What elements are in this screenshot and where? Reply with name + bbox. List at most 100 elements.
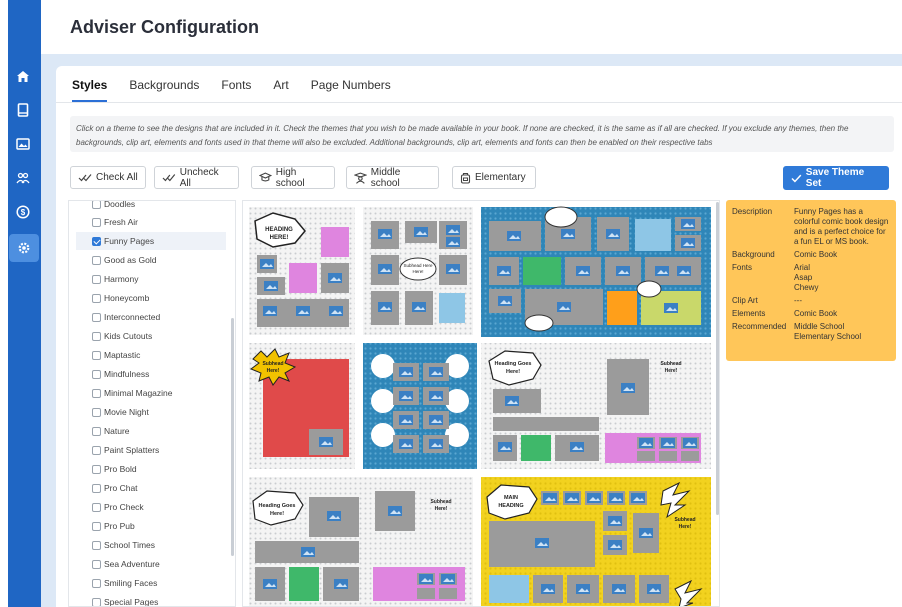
- checkbox[interactable]: [92, 464, 101, 474]
- save-theme-set-button[interactable]: Save Theme Set: [783, 166, 889, 190]
- tab-styles[interactable]: Styles: [72, 78, 108, 102]
- elementary-button[interactable]: Elementary: [452, 166, 536, 189]
- design-thumbnail[interactable]: Subhead Here Here!: [363, 207, 473, 335]
- checkbox[interactable]: [92, 559, 101, 569]
- list-item[interactable]: School Times: [76, 536, 226, 554]
- svg-text:HEADING: HEADING: [498, 503, 523, 509]
- list-item[interactable]: Kids Cutouts: [76, 327, 226, 345]
- high-school-label: High school: [275, 166, 305, 189]
- list-item[interactable]: Harmony: [76, 270, 226, 288]
- theme-label: Paint Splatters: [104, 445, 160, 455]
- detail-label: Recommended: [732, 322, 787, 331]
- checkbox[interactable]: [92, 597, 101, 606]
- list-item[interactable]: Pro Bold: [76, 460, 226, 478]
- list-item[interactable]: Good as Gold: [76, 251, 226, 269]
- list-item[interactable]: Paint Splatters: [76, 441, 226, 459]
- checkbox[interactable]: [92, 217, 101, 227]
- list-item[interactable]: Movie Night: [76, 403, 226, 421]
- theme-label: Mindfulness: [104, 369, 150, 379]
- list-item[interactable]: Minimal Magazine: [76, 384, 226, 402]
- design-thumbnail[interactable]: Subhead Here!: [249, 343, 355, 469]
- list-item[interactable]: Funny Pages: [76, 232, 226, 250]
- svg-text:Here!: Here!: [665, 368, 678, 374]
- svg-text:Subhead: Subhead: [430, 499, 451, 505]
- design-thumbnail[interactable]: Heading Goes Here! Subhead Here!: [249, 477, 473, 607]
- checkbox[interactable]: [92, 483, 101, 493]
- list-item[interactable]: Special Pages: [76, 593, 226, 606]
- list-item[interactable]: Doodles: [76, 200, 226, 213]
- svg-text:Here!: Here!: [435, 506, 448, 512]
- sidebar-strip: [0, 0, 8, 607]
- checkbox[interactable]: [92, 407, 101, 417]
- double-check-icon: [78, 174, 92, 182]
- checkbox[interactable]: [92, 388, 101, 398]
- gear-icon[interactable]: [9, 234, 39, 262]
- checkbox[interactable]: [92, 350, 101, 360]
- dollar-icon[interactable]: $: [14, 203, 32, 221]
- list-item[interactable]: Pro Check: [76, 498, 226, 516]
- tab-backgrounds[interactable]: Backgrounds: [129, 78, 199, 102]
- recommended-level: Elementary School: [794, 332, 862, 341]
- theme-label: Pro Bold: [104, 464, 137, 474]
- list-item[interactable]: Smiling Faces: [76, 574, 226, 592]
- check-icon: [791, 174, 802, 183]
- theme-label: Maptastic: [104, 350, 141, 360]
- checkbox[interactable]: [92, 274, 101, 284]
- preview-scrollbar[interactable]: [716, 202, 719, 515]
- list-item[interactable]: Sea Adventure: [76, 555, 226, 573]
- list-item[interactable]: Pro Chat: [76, 479, 226, 497]
- theme-label: Smiling Faces: [104, 578, 158, 588]
- detail-recommended: Middle School Elementary School: [794, 322, 890, 342]
- theme-label: Doodles: [104, 200, 136, 209]
- image-icon[interactable]: [14, 135, 32, 153]
- book-icon[interactable]: [14, 101, 32, 119]
- list-item[interactable]: Nature: [76, 422, 226, 440]
- list-item[interactable]: Maptastic: [76, 346, 226, 364]
- checkbox[interactable]: [92, 255, 101, 265]
- list-item[interactable]: Honeycomb: [76, 289, 226, 307]
- design-thumbnail[interactable]: HEADING HERE!: [249, 207, 355, 335]
- theme-list-scrollbar[interactable]: [231, 318, 234, 556]
- tab-page-numbers[interactable]: Page Numbers: [311, 78, 391, 102]
- uncheck-all-button[interactable]: Uncheck All: [154, 166, 239, 189]
- design-thumbnail[interactable]: [363, 343, 477, 469]
- list-item[interactable]: Interconnected: [76, 308, 226, 326]
- middle-school-button[interactable]: Middle school: [346, 166, 439, 189]
- checkbox[interactable]: [92, 201, 101, 209]
- list-item[interactable]: Mindfulness: [76, 365, 226, 383]
- checkbox[interactable]: [92, 540, 101, 550]
- list-item[interactable]: Fresh Air: [76, 213, 226, 231]
- check-all-button[interactable]: Check All: [70, 166, 146, 189]
- tab-fonts[interactable]: Fonts: [221, 78, 251, 102]
- checkbox[interactable]: [92, 236, 101, 246]
- font-name: Chewy: [794, 283, 819, 292]
- double-check-icon: [162, 174, 176, 182]
- backpack-icon: [460, 172, 471, 184]
- checkbox[interactable]: [92, 502, 101, 512]
- checkbox[interactable]: [92, 426, 101, 436]
- checkbox[interactable]: [92, 445, 101, 455]
- elementary-label: Elementary: [475, 172, 526, 183]
- tab-divider: [56, 102, 902, 103]
- list-item[interactable]: Pro Pub: [76, 517, 226, 535]
- graduation-cap-icon: [259, 172, 272, 182]
- theme-label: Sea Adventure: [104, 559, 160, 569]
- checkbox[interactable]: [92, 293, 101, 303]
- svg-text:$: $: [21, 208, 26, 217]
- svg-text:MAIN: MAIN: [504, 495, 518, 501]
- theme-label: Pro Check: [104, 502, 144, 512]
- checkbox[interactable]: [92, 312, 101, 322]
- design-thumbnail[interactable]: [481, 206, 711, 337]
- high-school-button[interactable]: High school: [251, 166, 335, 189]
- checkbox[interactable]: [92, 521, 101, 531]
- home-icon[interactable]: [14, 67, 32, 85]
- theme-detail-panel: Description Funny Pages has a colorful c…: [726, 200, 896, 361]
- users-icon[interactable]: [14, 169, 32, 187]
- checkbox[interactable]: [92, 578, 101, 588]
- design-thumbnail[interactable]: MAIN HEADING Subhead Here!: [481, 477, 711, 607]
- tab-art[interactable]: Art: [273, 78, 288, 102]
- checkbox[interactable]: [92, 331, 101, 341]
- detail-fonts: Arial Asap Chewy: [794, 263, 890, 293]
- design-thumbnail[interactable]: Heading Goes Here! Subhead Here!: [481, 343, 711, 469]
- checkbox[interactable]: [92, 369, 101, 379]
